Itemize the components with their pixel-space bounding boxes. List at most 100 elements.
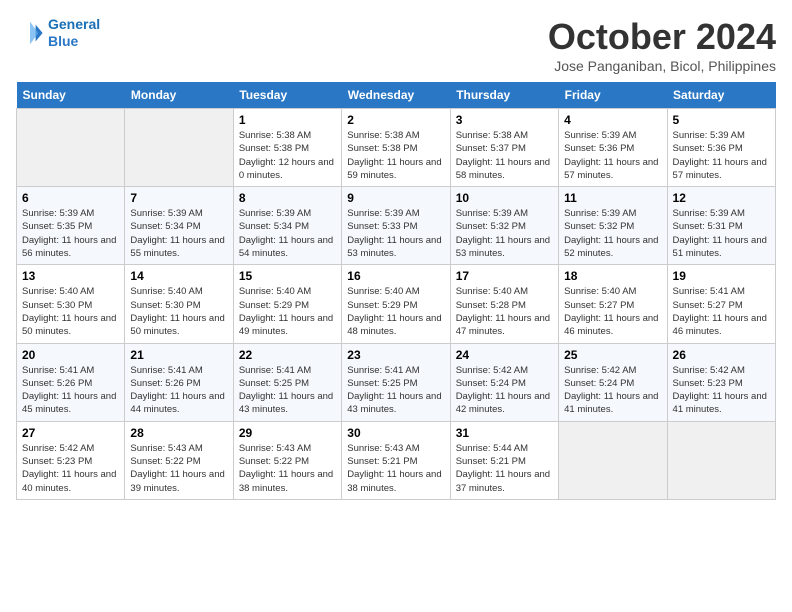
day-number: 24 (456, 348, 553, 362)
logo-line1: General (48, 16, 100, 32)
day-number: 2 (347, 113, 444, 127)
col-header-monday: Monday (125, 82, 233, 109)
day-cell: 7Sunrise: 5:39 AM Sunset: 5:34 PM Daylig… (125, 187, 233, 265)
day-number: 31 (456, 426, 553, 440)
day-cell: 13 Sunrise: 5:40 AM Sunset: 5:30 PM Dayli… (17, 265, 125, 343)
day-info: Sunrise: 5:40 AM Sunset: 5:30 PM Dayligh… (130, 285, 227, 338)
col-header-friday: Friday (559, 82, 667, 109)
day-cell (125, 109, 233, 187)
day-number: 23 (347, 348, 444, 362)
day-cell: 20Sunrise: 5:41 AM Sunset: 5:26 PM Dayli… (17, 343, 125, 421)
day-cell: 16 Sunrise: 5:40 AM Sunset: 5:29 PM Dayli… (342, 265, 450, 343)
day-info: Sunrise: 5:39 AM Sunset: 5:31 PM Dayligh… (673, 207, 770, 260)
day-cell: 29 Sunrise: 5:43 AM Sunset: 5:22 PM Dayli… (233, 421, 341, 499)
day-info: Sunrise: 5:40 AM Sunset: 5:30 PM Dayligh… (22, 285, 119, 338)
day-number: 7 (130, 191, 227, 205)
day-cell: 26 Sunrise: 5:42 AM Sunset: 5:23 PM Dayli… (667, 343, 775, 421)
day-info: Sunrise: 5:43 AM Sunset: 5:21 PM Dayligh… (347, 442, 444, 495)
day-cell (559, 421, 667, 499)
day-info: Sunrise: 5:39 AM Sunset: 5:33 PM Dayligh… (347, 207, 444, 260)
day-info: Sunrise: 5:39 AM Sunset: 5:34 PM Dayligh… (239, 207, 336, 260)
day-cell: 5 Sunrise: 5:39 AM Sunset: 5:36 PM Daylig… (667, 109, 775, 187)
day-info: Sunrise: 5:40 AM Sunset: 5:28 PM Dayligh… (456, 285, 553, 338)
day-info: Sunrise: 5:42 AM Sunset: 5:24 PM Dayligh… (564, 364, 661, 417)
day-info: Sunrise: 5:41 AM Sunset: 5:26 PM Dayligh… (130, 364, 227, 417)
day-cell: 17Sunrise: 5:40 AM Sunset: 5:28 PM Dayli… (450, 265, 558, 343)
week-row-5: 27 Sunrise: 5:42 AM Sunset: 5:23 PM Dayli… (17, 421, 776, 499)
day-info: Sunrise: 5:38 AM Sunset: 5:38 PM Dayligh… (347, 129, 444, 182)
calendar-header-row: SundayMondayTuesdayWednesdayThursdayFrid… (17, 82, 776, 109)
col-header-saturday: Saturday (667, 82, 775, 109)
day-number: 26 (673, 348, 770, 362)
day-number: 28 (130, 426, 227, 440)
day-info: Sunrise: 5:41 AM Sunset: 5:26 PM Dayligh… (22, 364, 119, 417)
day-number: 30 (347, 426, 444, 440)
day-cell: 10 Sunrise: 5:39 AM Sunset: 5:32 PM Dayli… (450, 187, 558, 265)
day-info: Sunrise: 5:40 AM Sunset: 5:27 PM Dayligh… (564, 285, 661, 338)
day-cell: 21 Sunrise: 5:41 AM Sunset: 5:26 PM Dayli… (125, 343, 233, 421)
day-number: 9 (347, 191, 444, 205)
day-cell: 19Sunrise: 5:41 AM Sunset: 5:27 PM Dayli… (667, 265, 775, 343)
day-info: Sunrise: 5:43 AM Sunset: 5:22 PM Dayligh… (239, 442, 336, 495)
day-number: 13 (22, 269, 119, 283)
day-number: 1 (239, 113, 336, 127)
day-info: Sunrise: 5:38 AM Sunset: 5:37 PM Dayligh… (456, 129, 553, 182)
day-info: Sunrise: 5:41 AM Sunset: 5:25 PM Dayligh… (239, 364, 336, 417)
day-cell (17, 109, 125, 187)
day-info: Sunrise: 5:42 AM Sunset: 5:23 PM Dayligh… (673, 364, 770, 417)
day-cell: 24 Sunrise: 5:42 AM Sunset: 5:24 PM Dayli… (450, 343, 558, 421)
day-info: Sunrise: 5:40 AM Sunset: 5:29 PM Dayligh… (347, 285, 444, 338)
day-number: 21 (130, 348, 227, 362)
day-info: Sunrise: 5:39 AM Sunset: 5:35 PM Dayligh… (22, 207, 119, 260)
day-info: Sunrise: 5:39 AM Sunset: 5:32 PM Dayligh… (564, 207, 661, 260)
day-info: Sunrise: 5:38 AM Sunset: 5:38 PM Dayligh… (239, 129, 336, 182)
day-info: Sunrise: 5:39 AM Sunset: 5:36 PM Dayligh… (564, 129, 661, 182)
col-header-thursday: Thursday (450, 82, 558, 109)
logo-icon (16, 19, 44, 47)
month-title: October 2024 (548, 16, 776, 58)
week-row-2: 6 Sunrise: 5:39 AM Sunset: 5:35 PM Daylig… (17, 187, 776, 265)
day-info: Sunrise: 5:41 AM Sunset: 5:27 PM Dayligh… (673, 285, 770, 338)
day-number: 18 (564, 269, 661, 283)
day-info: Sunrise: 5:42 AM Sunset: 5:23 PM Dayligh… (22, 442, 119, 495)
day-cell: 30 Sunrise: 5:43 AM Sunset: 5:21 PM Dayli… (342, 421, 450, 499)
calendar-table: SundayMondayTuesdayWednesdayThursdayFrid… (16, 82, 776, 500)
day-cell: 1 Sunrise: 5:38 AM Sunset: 5:38 PM Daylig… (233, 109, 341, 187)
day-cell: 18 Sunrise: 5:40 AM Sunset: 5:27 PM Dayli… (559, 265, 667, 343)
week-row-3: 13 Sunrise: 5:40 AM Sunset: 5:30 PM Dayli… (17, 265, 776, 343)
day-number: 3 (456, 113, 553, 127)
day-cell: 25 Sunrise: 5:42 AM Sunset: 5:24 PM Dayli… (559, 343, 667, 421)
day-cell: 22 Sunrise: 5:41 AM Sunset: 5:25 PM Dayli… (233, 343, 341, 421)
day-number: 5 (673, 113, 770, 127)
day-cell: 15 Sunrise: 5:40 AM Sunset: 5:29 PM Dayli… (233, 265, 341, 343)
day-cell: 23Sunrise: 5:41 AM Sunset: 5:25 PM Dayli… (342, 343, 450, 421)
day-number: 29 (239, 426, 336, 440)
day-number: 27 (22, 426, 119, 440)
col-header-sunday: Sunday (17, 82, 125, 109)
day-number: 4 (564, 113, 661, 127)
day-number: 14 (130, 269, 227, 283)
logo-line2: Blue (48, 33, 78, 49)
day-cell: 12 Sunrise: 5:39 AM Sunset: 5:31 PM Dayli… (667, 187, 775, 265)
day-number: 12 (673, 191, 770, 205)
col-header-tuesday: Tuesday (233, 82, 341, 109)
day-number: 11 (564, 191, 661, 205)
col-header-wednesday: Wednesday (342, 82, 450, 109)
day-info: Sunrise: 5:39 AM Sunset: 5:36 PM Dayligh… (673, 129, 770, 182)
page-header: General Blue October 2024 Jose Panganiba… (16, 16, 776, 74)
day-number: 16 (347, 269, 444, 283)
day-number: 10 (456, 191, 553, 205)
day-info: Sunrise: 5:42 AM Sunset: 5:24 PM Dayligh… (456, 364, 553, 417)
day-cell: 14 Sunrise: 5:40 AM Sunset: 5:30 PM Dayli… (125, 265, 233, 343)
location: Jose Panganiban, Bicol, Philippines (548, 58, 776, 74)
day-number: 6 (22, 191, 119, 205)
day-number: 15 (239, 269, 336, 283)
week-row-1: 1 Sunrise: 5:38 AM Sunset: 5:38 PM Daylig… (17, 109, 776, 187)
day-info: Sunrise: 5:40 AM Sunset: 5:29 PM Dayligh… (239, 285, 336, 338)
day-cell: 6 Sunrise: 5:39 AM Sunset: 5:35 PM Daylig… (17, 187, 125, 265)
day-info: Sunrise: 5:39 AM Sunset: 5:32 PM Dayligh… (456, 207, 553, 260)
day-cell: 11 Sunrise: 5:39 AM Sunset: 5:32 PM Dayli… (559, 187, 667, 265)
day-cell: 27 Sunrise: 5:42 AM Sunset: 5:23 PM Dayli… (17, 421, 125, 499)
day-number: 22 (239, 348, 336, 362)
day-number: 25 (564, 348, 661, 362)
